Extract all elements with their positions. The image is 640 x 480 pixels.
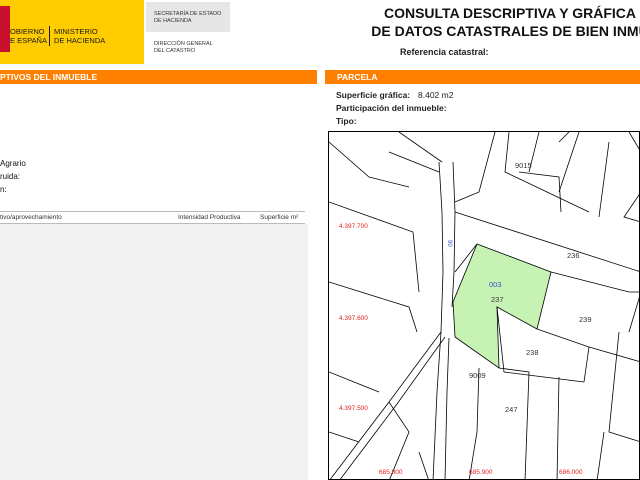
cadastral-map-drawing: 9015 236 003 237 239 238 9009 247 90 4.3… — [329, 132, 639, 479]
coord-y-label: 4.397.700 — [339, 223, 368, 230]
col-crop-header: tivo/aprovechamiento — [0, 214, 62, 221]
use-value: Agrario — [0, 159, 26, 168]
col-intensity-header: Intensidad Productiva — [178, 214, 241, 221]
plot-label-237: 237 — [491, 295, 504, 304]
coord-x-label: 685.800 — [379, 469, 403, 476]
plot-label-238: 238 — [526, 348, 539, 357]
coat-of-arms-icon — [0, 6, 10, 52]
graphic-area-value: 8.402 m2 — [418, 90, 454, 100]
secretariat-label: SECRETARÍA DE ESTADO DE HACIENDA — [154, 11, 222, 24]
cadastral-map[interactable]: 9015 236 003 237 239 238 9009 247 90 4.3… — [328, 131, 640, 480]
participation-label: Participación del inmueble: — [336, 103, 447, 113]
ministry-label: MINISTERIO DE HACIENDA — [54, 27, 106, 45]
coord-x-label: 685.900 — [469, 469, 493, 476]
plot-label-9009: 9009 — [469, 371, 486, 380]
road-code-label: 90 — [446, 240, 452, 247]
plot-label-236: 236 — [567, 251, 580, 260]
page-title: CONSULTA DESCRIPTIVA Y GRÁFICA DE DATOS … — [371, 5, 640, 39]
coord-x-label: 686.000 — [559, 469, 583, 476]
graphic-area-label: Superficie gráfica: — [336, 90, 411, 100]
col-area-header: Superficie m² — [260, 214, 299, 221]
plot-label-9015: 9015 — [515, 161, 532, 170]
plot-label-239: 239 — [579, 315, 592, 324]
cadastral-reference-label: Referencia catastral: — [400, 47, 489, 57]
table-top-rule — [0, 211, 305, 212]
coord-y-label: 4.397.500 — [339, 405, 368, 412]
government-label: OBIERNO E ESPAÑA — [10, 27, 47, 45]
coord-y-label: 4.397.600 — [339, 315, 368, 322]
property-section-header: PTIVOS DEL INMUEBLE — [0, 70, 317, 84]
directorate-label: DIRECCIÓN GENERAL DEL CATASTRO — [154, 41, 213, 54]
crop-table-body — [0, 224, 308, 480]
parcel-section-header: PARCELA — [325, 70, 640, 84]
plot-label-003: 003 — [489, 280, 502, 289]
plot-label-247: 247 — [505, 405, 518, 414]
construction-year-label: n: — [0, 185, 7, 194]
built-area-label: ruida: — [0, 172, 21, 181]
logo-divider — [49, 26, 50, 46]
type-label: Tipo: — [336, 116, 357, 126]
